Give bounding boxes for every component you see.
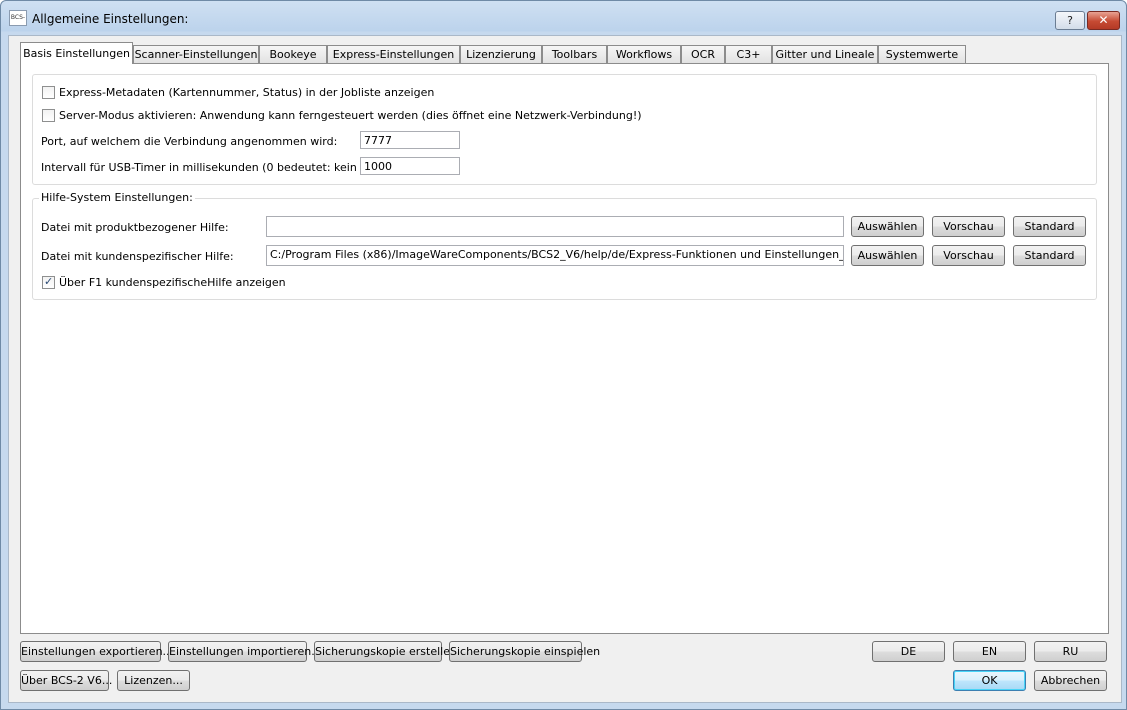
title-bar[interactable]: BCS-2 Allgemeine Einstellungen: ? ✕ (1, 1, 1126, 35)
restore-backup-button[interactable]: Sicherungskopie einspielen (449, 641, 600, 662)
customer-help-select-button[interactable]: Auswählen (851, 245, 924, 266)
tab-systemwerte[interactable]: Systemwerte (878, 45, 966, 63)
create-backup-button[interactable]: Sicherungskopie erstellen (314, 641, 457, 662)
tab-gitter-und-lineale[interactable]: Gitter und Lineale (772, 45, 878, 63)
product-help-label: Datei mit produktbezogener Hilfe: (41, 221, 229, 234)
language-en-button[interactable]: EN (953, 641, 1026, 662)
usb-interval-input[interactable]: 1000 (360, 157, 460, 175)
f1-help-label: Über F1 kundenspezifischeHilfe anzeigen (59, 276, 286, 289)
dialog-window: BCS-2 Allgemeine Einstellungen: ? ✕ Basi… (0, 0, 1127, 710)
customer-help-input[interactable]: C:/Program Files (x86)/ImageWareComponen… (266, 245, 844, 266)
licenses-button[interactable]: Lizenzen... (117, 670, 190, 691)
tab-toolbars[interactable]: Toolbars (542, 45, 607, 63)
usb-interval-label: Intervall für USB-Timer in millisekunden… (41, 161, 405, 174)
tab-lizenzierung[interactable]: Lizenzierung (460, 45, 542, 63)
product-help-preview-button[interactable]: Vorschau (932, 216, 1005, 237)
cancel-button[interactable]: Abbrechen (1034, 670, 1107, 691)
f1-help-checkbox[interactable]: ✓ (42, 275, 55, 289)
app-icon: BCS-2 (9, 10, 27, 26)
close-button[interactable]: ✕ (1087, 11, 1120, 30)
port-input[interactable]: 7777 (360, 131, 460, 149)
customer-help-preview-button[interactable]: Vorschau (932, 245, 1005, 266)
tab-bookeye[interactable]: Bookeye (259, 45, 327, 63)
express-metadata-checkbox[interactable] (42, 86, 55, 99)
customer-help-label: Datei mit kundenspezifischer Hilfe: (41, 250, 234, 263)
server-mode-checkbox[interactable] (42, 109, 55, 122)
tab-panel-basis: Express-Metadaten (Kartennummer, Status)… (20, 63, 1109, 634)
ok-button[interactable]: OK (953, 670, 1026, 691)
tab-workflows[interactable]: Workflows (607, 45, 681, 63)
tab-scanner-einstellungen[interactable]: Scanner-Einstellungen (133, 45, 259, 63)
help-system-title: Hilfe-System Einstellungen: (39, 191, 195, 204)
tab-express-einstellungen[interactable]: Express-Einstellungen (327, 45, 460, 63)
export-settings-button[interactable]: Einstellungen exportieren... (20, 641, 173, 662)
port-label: Port, auf welchem die Verbindung angenom… (41, 135, 338, 148)
language-ru-button[interactable]: RU (1034, 641, 1107, 662)
product-help-input[interactable] (266, 216, 844, 237)
general-settings-group: Express-Metadaten (Kartennummer, Status)… (32, 74, 1097, 185)
checkmark-icon: ✓ (44, 275, 54, 288)
help-button[interactable]: ? (1055, 11, 1085, 30)
server-mode-label: Server-Modus aktivieren: Anwendung kann … (59, 109, 642, 122)
help-system-group: Hilfe-System Einstellungen: Datei mit pr… (32, 191, 1097, 300)
tab-basis-einstellungen[interactable]: Basis Einstellungen (20, 42, 133, 64)
about-button[interactable]: Über BCS-2 V6... (20, 670, 112, 691)
product-help-select-button[interactable]: Auswählen (851, 216, 924, 237)
language-de-button[interactable]: DE (872, 641, 945, 662)
window-title: Allgemeine Einstellungen: (32, 12, 189, 26)
tab-c3plus[interactable]: C3+ (725, 45, 772, 63)
tab-ocr[interactable]: OCR (681, 45, 725, 63)
dialog-client-area: Basis Einstellungen Scanner-Einstellunge… (8, 35, 1122, 703)
customer-help-default-button[interactable]: Standard (1013, 245, 1086, 266)
product-help-default-button[interactable]: Standard (1013, 216, 1086, 237)
express-metadata-label: Express-Metadaten (Kartennummer, Status)… (59, 86, 435, 99)
import-settings-button[interactable]: Einstellungen importieren... (168, 641, 322, 662)
